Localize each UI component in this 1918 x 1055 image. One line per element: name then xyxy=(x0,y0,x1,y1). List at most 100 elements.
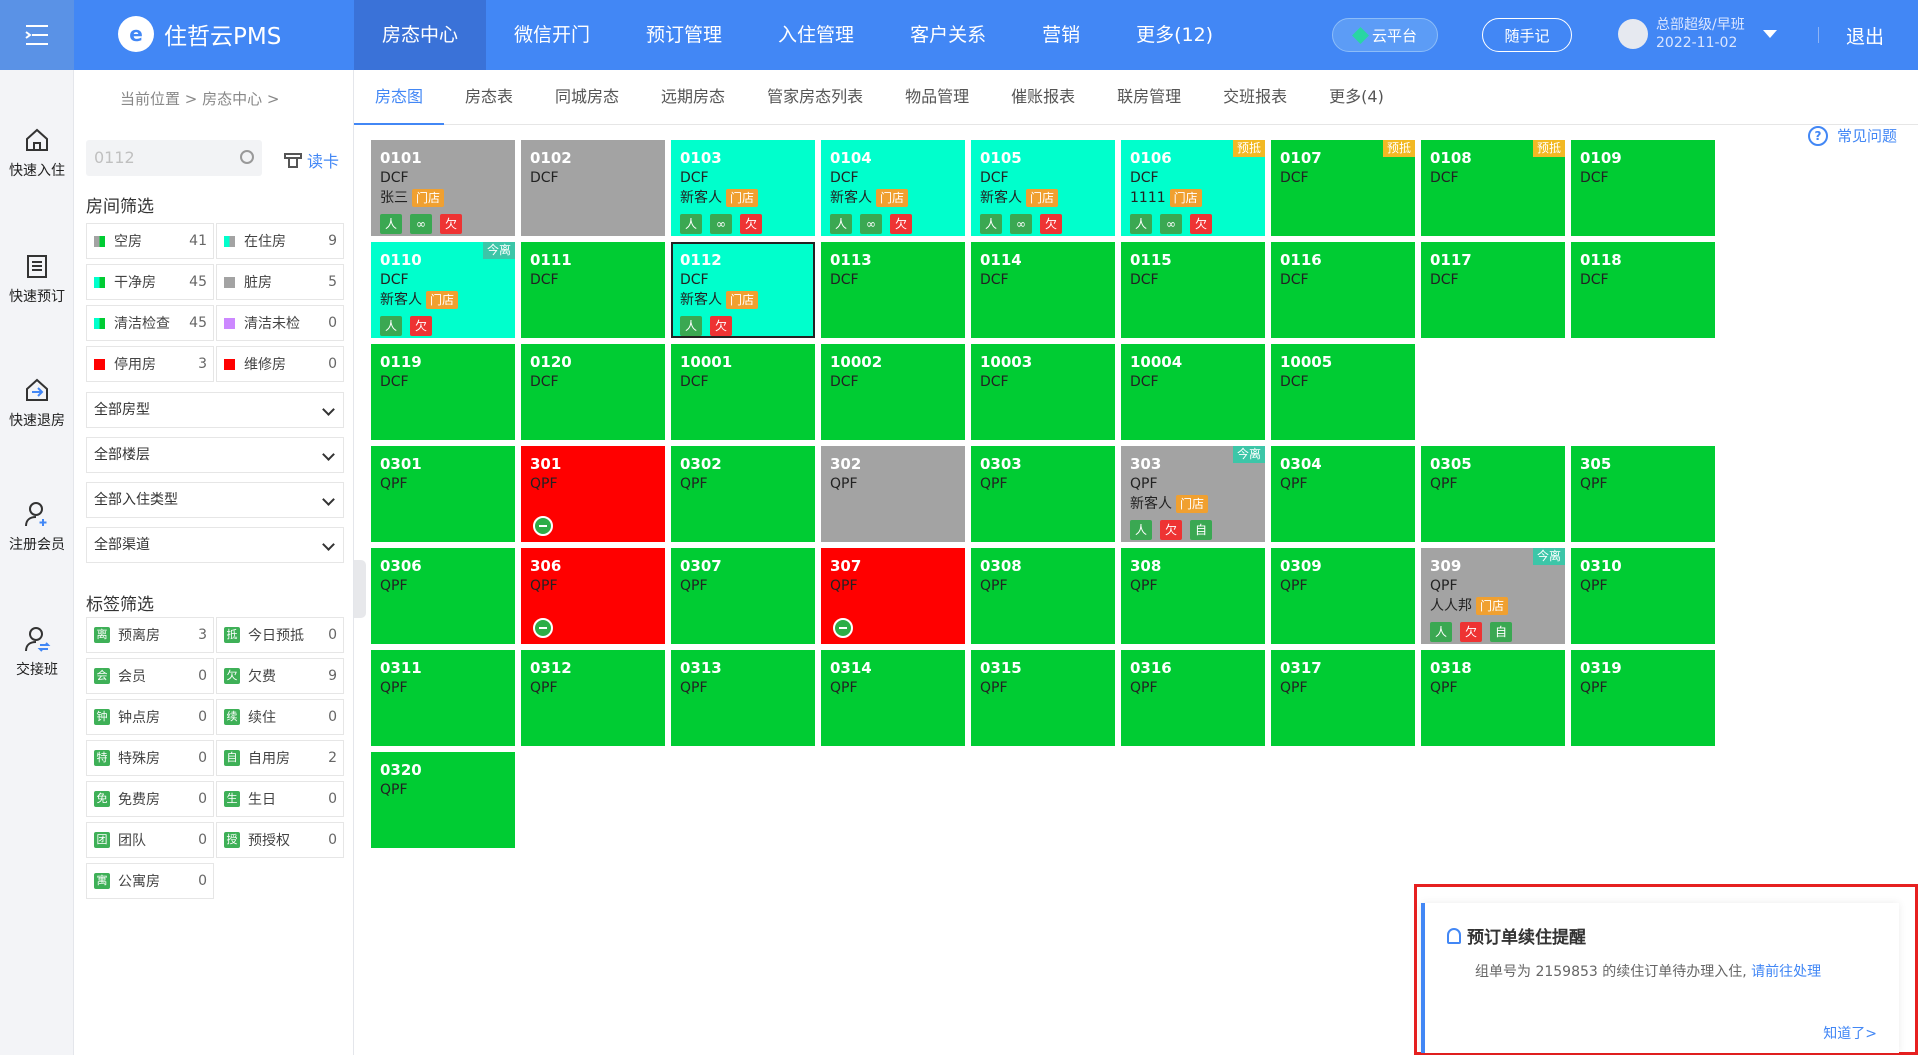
room-card[interactable]: 0109 DCF xyxy=(1571,140,1715,236)
quick-checkin-button[interactable]: 快速入住 xyxy=(0,126,74,180)
room-card[interactable]: 0320 QPF xyxy=(371,752,515,848)
tag-filter-item[interactable]: 钟钟点房 0 xyxy=(86,699,214,735)
room-card[interactable]: 0302 QPF xyxy=(671,446,815,542)
room-card[interactable]: 0112 DCF 新客人 门店人欠 xyxy=(671,242,815,338)
room-card[interactable]: 0312 QPF xyxy=(521,650,665,746)
acknowledge-button[interactable]: 知道了> xyxy=(1823,1023,1877,1043)
room-card[interactable]: 0305 QPF xyxy=(1421,446,1565,542)
room-card[interactable]: 303 QPF 新客人 门店 今离人欠自 xyxy=(1121,446,1265,542)
tab-item[interactable]: 房态表 xyxy=(444,70,534,125)
room-card[interactable]: 0117 DCF xyxy=(1421,242,1565,338)
tag-filter-item[interactable]: 免免费房 0 xyxy=(86,781,214,817)
room-card[interactable]: 0101 DCF 张三 门店人 ∞ 欠 xyxy=(371,140,515,236)
tab-item[interactable]: 同城房态 xyxy=(534,70,640,125)
nav-item-wechat-door[interactable]: 微信开门 xyxy=(486,0,618,70)
nav-item-marketing[interactable]: 营销 xyxy=(1014,0,1108,70)
room-card[interactable]: 302 QPF xyxy=(821,446,965,542)
room-card[interactable]: 0307 QPF xyxy=(671,548,815,644)
tag-filter-item[interactable]: 寓公寓房 0 xyxy=(86,863,214,899)
room-card[interactable]: 0318 QPF xyxy=(1421,650,1565,746)
room-card[interactable]: 0304 QPF xyxy=(1271,446,1415,542)
nav-item-checkin[interactable]: 入住管理 xyxy=(750,0,882,70)
room-card[interactable]: 0102 DCF xyxy=(521,140,665,236)
room-card[interactable]: 0306 QPF xyxy=(371,548,515,644)
nav-item-reservation[interactable]: 预订管理 xyxy=(618,0,750,70)
room-card[interactable]: 0110 DCF 新客人 门店 今离人欠 xyxy=(371,242,515,338)
tag-filter-item[interactable]: 离预离房 3 xyxy=(86,617,214,653)
faq-link[interactable]: ? 常见问题 xyxy=(1808,125,1897,146)
register-member-button[interactable]: 注册会员 xyxy=(0,500,74,554)
room-card[interactable]: 0111 DCF xyxy=(521,242,665,338)
quick-note-button[interactable]: 随手记 xyxy=(1482,18,1572,52)
room-card[interactable]: 0309 QPF xyxy=(1271,548,1415,644)
menu-toggle-button[interactable] xyxy=(0,0,74,70)
room-card[interactable]: 10004 DCF xyxy=(1121,344,1265,440)
nav-item-room-center[interactable]: 房态中心 xyxy=(354,0,487,70)
checkin-type-select[interactable]: 全部入住类型 xyxy=(86,482,344,518)
floor-select[interactable]: 全部楼层 xyxy=(86,437,344,473)
room-card[interactable]: 0115 DCF xyxy=(1121,242,1265,338)
room-card[interactable]: 0315 QPF xyxy=(971,650,1115,746)
room-card[interactable]: 308 QPF xyxy=(1121,548,1265,644)
room-card[interactable]: 305 QPF xyxy=(1571,446,1715,542)
tag-filter-item[interactable]: 续续住 0 xyxy=(216,699,344,735)
tab-item[interactable]: 交班报表 xyxy=(1202,70,1308,125)
room-card[interactable]: 0301 QPF xyxy=(371,446,515,542)
room-card[interactable]: 10005 DCF xyxy=(1271,344,1415,440)
room-card[interactable]: 0308 QPF xyxy=(971,548,1115,644)
tag-filter-item[interactable]: 会会员 0 xyxy=(86,658,214,694)
quick-booking-button[interactable]: 快速预订 xyxy=(0,252,74,306)
room-card[interactable]: 10001 DCF xyxy=(671,344,815,440)
room-filter-item[interactable]: 脏房 5 xyxy=(216,264,344,300)
tab-item[interactable]: 催账报表 xyxy=(990,70,1096,125)
room-filter-item[interactable]: 在住房 9 xyxy=(216,223,344,259)
room-filter-item[interactable]: 停用房 3 xyxy=(86,346,214,382)
room-card[interactable]: 0103 DCF 新客人 门店人 ∞ 欠 xyxy=(671,140,815,236)
room-card[interactable]: 301 QPF xyxy=(521,446,665,542)
tab-item[interactable]: 房态图 xyxy=(354,70,445,125)
tab-item[interactable]: 远期房态 xyxy=(640,70,746,125)
room-filter-item[interactable]: 空房 41 xyxy=(86,223,214,259)
collapse-panel-handle[interactable] xyxy=(354,560,366,618)
tag-filter-item[interactable]: 抵今日预抵 0 xyxy=(216,617,344,653)
quick-checkout-button[interactable]: 快速退房 xyxy=(0,376,74,430)
room-card[interactable]: 0119 DCF xyxy=(371,344,515,440)
room-search-input[interactable]: 0112 xyxy=(86,140,262,176)
shift-handover-button[interactable]: 交接班 xyxy=(0,625,74,679)
room-card[interactable]: 0107 DCF 预抵 xyxy=(1271,140,1415,236)
room-card[interactable]: 307 QPF xyxy=(821,548,965,644)
room-filter-item[interactable]: 维修房 0 xyxy=(216,346,344,382)
room-card[interactable]: 0106 DCF 1111 门店 预抵人 ∞ 欠 xyxy=(1121,140,1265,236)
room-card[interactable]: 10002 DCF xyxy=(821,344,965,440)
room-card[interactable]: 309 QPF 人人邦 门店 今离人欠自 xyxy=(1421,548,1565,644)
room-card[interactable]: 0105 DCF 新客人 门店人 ∞ 欠 xyxy=(971,140,1115,236)
cloud-platform-button[interactable]: 云平台 xyxy=(1332,18,1438,52)
tag-filter-item[interactable]: 欠欠费 9 xyxy=(216,658,344,694)
room-card[interactable]: 0104 DCF 新客人 门店人 ∞ 欠 xyxy=(821,140,965,236)
room-card[interactable]: 0316 QPF xyxy=(1121,650,1265,746)
room-filter-item[interactable]: 干净房 45 xyxy=(86,264,214,300)
tab-item[interactable]: 管家房态列表 xyxy=(746,70,884,125)
room-card[interactable]: 306 QPF xyxy=(521,548,665,644)
tag-filter-item[interactable]: 特特殊房 0 xyxy=(86,740,214,776)
room-card[interactable]: 0116 DCF xyxy=(1271,242,1415,338)
room-card[interactable]: 0113 DCF xyxy=(821,242,965,338)
tag-filter-item[interactable]: 团团队 0 xyxy=(86,822,214,858)
nav-item-crm[interactable]: 客户关系 xyxy=(882,0,1014,70)
room-card[interactable]: 0303 QPF xyxy=(971,446,1115,542)
search-icon[interactable] xyxy=(240,150,254,164)
room-card[interactable]: 10003 DCF xyxy=(971,344,1115,440)
go-process-link[interactable]: 请前往处理 xyxy=(1751,964,1821,980)
user-menu[interactable]: 总部超级/早班 2022-11-02 xyxy=(1618,16,1777,52)
room-card[interactable]: 0310 QPF xyxy=(1571,548,1715,644)
room-card[interactable]: 0313 QPF xyxy=(671,650,815,746)
tag-filter-item[interactable]: 生生日 0 xyxy=(216,781,344,817)
room-card[interactable]: 0118 DCF xyxy=(1571,242,1715,338)
room-card[interactable]: 0114 DCF xyxy=(971,242,1115,338)
room-card[interactable]: 0120 DCF xyxy=(521,344,665,440)
tag-filter-item[interactable]: 自自用房 2 xyxy=(216,740,344,776)
tab-item[interactable]: 更多(4) xyxy=(1308,70,1405,125)
tab-item[interactable]: 物品管理 xyxy=(884,70,990,125)
room-card[interactable]: 0317 QPF xyxy=(1271,650,1415,746)
room-card[interactable]: 0319 QPF xyxy=(1571,650,1715,746)
